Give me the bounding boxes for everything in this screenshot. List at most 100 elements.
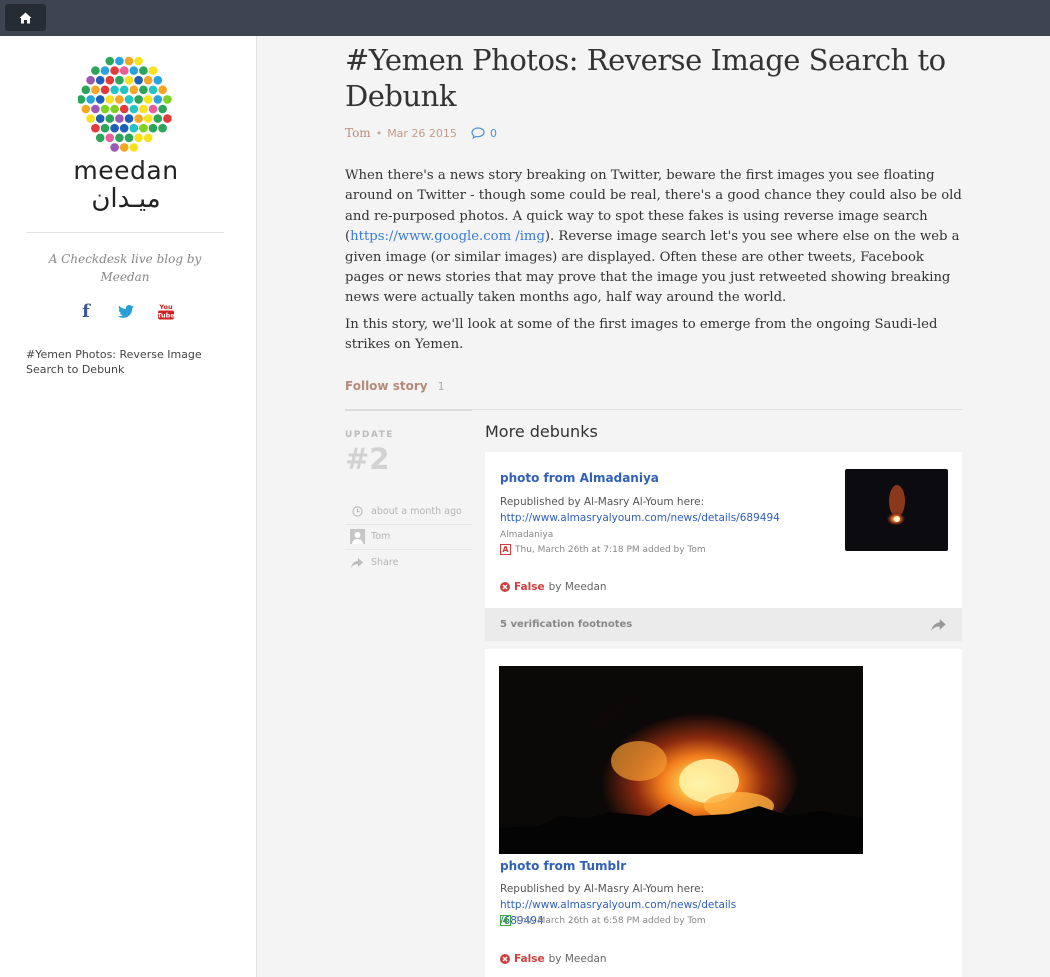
post-paragraph-1: When there's a news story breaking on Tw… xyxy=(345,168,962,306)
share-arrow-icon[interactable] xyxy=(931,618,946,631)
status-badge: False xyxy=(514,953,545,965)
follow-count: 1 xyxy=(437,379,445,393)
logo-dot xyxy=(86,75,95,85)
youtube-icon[interactable]: You Tube xyxy=(156,302,176,320)
logo-dot xyxy=(110,66,119,75)
home-icon xyxy=(19,12,32,23)
clock-icon xyxy=(351,506,363,517)
logo-dot xyxy=(100,66,110,75)
logo-dot xyxy=(129,66,139,75)
card-image[interactable] xyxy=(499,666,863,854)
footnotes-count: 5 verification footnotes xyxy=(500,619,633,630)
logo-dot xyxy=(119,143,129,152)
twitter-icon[interactable] xyxy=(117,302,135,320)
logo-dot xyxy=(105,133,115,143)
logo-dot xyxy=(105,95,115,104)
source-badge-icon: 4 xyxy=(500,915,511,926)
logo-dot xyxy=(134,133,143,143)
logo-dot xyxy=(148,104,158,114)
status-badge: False xyxy=(514,581,545,593)
logo-dot xyxy=(143,95,153,104)
home-button[interactable] xyxy=(5,4,46,31)
logo-dot xyxy=(81,85,91,95)
card-description: Republished by Al-Masry Al-Youm here: xyxy=(500,496,705,508)
update-time[interactable]: about a month ago xyxy=(345,499,472,524)
card-verdict: False by Meedan xyxy=(500,581,607,593)
card-source-link[interactable]: http://www.almasryalyoum.com/news/detail… xyxy=(500,510,780,526)
logo-dot xyxy=(134,95,143,104)
logo-dot xyxy=(129,104,139,114)
meta-separator: • xyxy=(375,126,383,140)
logo-dot xyxy=(115,114,124,123)
update-author[interactable]: Tom xyxy=(345,524,472,549)
logo-dot xyxy=(81,104,91,114)
follow-story-label: Follow story xyxy=(345,379,428,393)
logo-dot xyxy=(139,123,148,133)
comment-icon xyxy=(471,127,485,139)
logo-dot xyxy=(134,56,143,66)
logo-dot xyxy=(129,85,139,95)
follow-story-button[interactable]: Follow story 1 xyxy=(345,379,445,393)
logo-dot xyxy=(110,85,119,95)
logo-dot xyxy=(105,56,115,66)
card-source-link[interactable]: http://www.almasryalyoum.com/news/detail… xyxy=(500,899,736,911)
logo-dot xyxy=(78,95,86,104)
logo-dot xyxy=(105,75,115,85)
logo-dot xyxy=(100,123,110,133)
logo-dot xyxy=(119,104,129,114)
logo-dot xyxy=(163,95,172,104)
logo-dot xyxy=(158,123,167,133)
logo-dot xyxy=(115,95,124,104)
svg-text:Tube: Tube xyxy=(157,312,175,320)
logo-dot xyxy=(86,114,95,123)
sidebar-story-link[interactable]: #Yemen Photos: Reverse Image Search to D… xyxy=(26,347,231,377)
share-button[interactable]: Share xyxy=(345,550,472,575)
logo-dot xyxy=(163,114,172,123)
logo-dot xyxy=(158,104,167,114)
post-author[interactable]: Tom xyxy=(345,126,371,140)
logo-dot xyxy=(110,104,119,114)
verification-footnotes-bar[interactable]: 5 verification footnotes xyxy=(485,608,962,641)
post-date: Mar 26 2015 xyxy=(387,126,457,140)
logo-dot xyxy=(95,114,105,123)
false-status-icon xyxy=(500,582,510,592)
logo-dot xyxy=(148,123,158,133)
logo-dot xyxy=(139,85,148,95)
source-badge-icon: A xyxy=(500,544,511,555)
logo-dot xyxy=(91,123,100,133)
logo-dot xyxy=(134,114,143,123)
update-number: #2 xyxy=(345,442,390,476)
update-divider xyxy=(345,409,472,411)
post-paragraph-2: In this story, we'll look at some of the… xyxy=(345,316,938,353)
sidebar-divider xyxy=(26,232,224,233)
top-nav-bar xyxy=(0,0,1050,36)
svg-text:You: You xyxy=(158,303,173,311)
logo-dot xyxy=(86,95,95,104)
logo-dot xyxy=(100,85,110,95)
avatar-icon xyxy=(349,529,365,544)
logo-dot xyxy=(139,104,148,114)
logo-wordmark-arabic: ميـدان xyxy=(91,184,161,214)
content-divider xyxy=(472,409,963,410)
card-title-link[interactable]: photo from Tumblr xyxy=(500,859,626,873)
logo-dot xyxy=(129,123,139,133)
card-title-link[interactable]: photo from Almadaniya xyxy=(500,471,659,485)
meedan-logo-icon[interactable] xyxy=(78,56,174,152)
facebook-icon[interactable]: f xyxy=(77,301,95,322)
logo-dot xyxy=(119,85,129,95)
google-image-search-link[interactable]: https://www.google.com /img xyxy=(350,229,545,244)
logo-dot xyxy=(110,143,119,152)
post-body: When there's a news story breaking on Tw… xyxy=(345,166,965,362)
logo-dot xyxy=(95,75,105,85)
logo-dot xyxy=(115,133,124,143)
logo-dot xyxy=(124,133,134,143)
logo-dot xyxy=(134,75,143,85)
logo-dot xyxy=(119,123,129,133)
logo-dot xyxy=(148,85,158,95)
comments-link[interactable]: 0 xyxy=(471,127,497,140)
logo-dot xyxy=(153,95,163,104)
logo-dot xyxy=(124,56,134,66)
card-thumbnail[interactable] xyxy=(845,469,948,551)
share-arrow-icon xyxy=(351,557,363,568)
logo-dot xyxy=(91,85,100,95)
